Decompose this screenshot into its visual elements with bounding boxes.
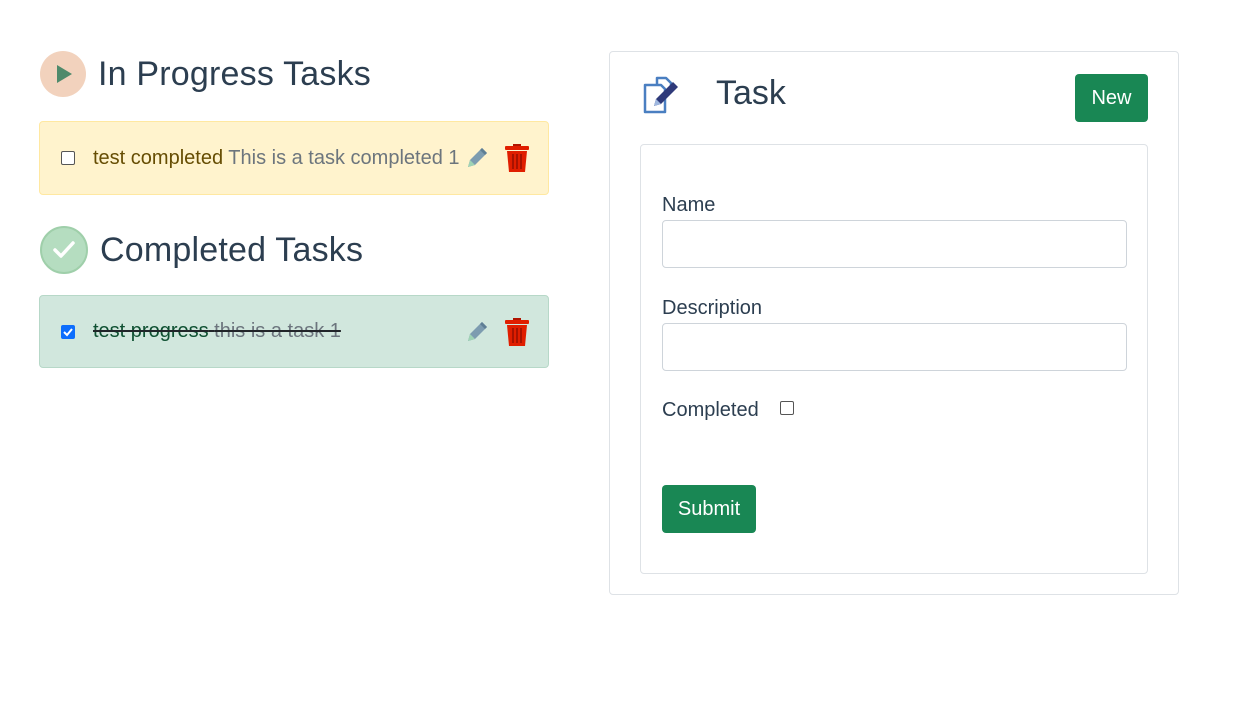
task-form: Name Description Completed Submit xyxy=(640,144,1148,574)
task-checkbox[interactable] xyxy=(61,324,75,339)
trash-icon[interactable] xyxy=(504,317,530,347)
in-progress-title: In Progress Tasks xyxy=(98,54,371,93)
description-label: Description xyxy=(662,297,763,319)
check-icon xyxy=(40,226,88,274)
completed-title: Completed Tasks xyxy=(100,230,364,269)
in-progress-heading: In Progress Tasks xyxy=(40,51,371,97)
card-title: Task xyxy=(716,74,786,112)
submit-button[interactable]: Submit xyxy=(662,485,756,533)
pencil-icon[interactable] xyxy=(464,319,490,345)
task-description: This is a task completed 1 xyxy=(228,146,460,169)
task-name: test completed xyxy=(93,146,224,169)
task-text: test completed This is a task completed … xyxy=(93,147,460,170)
play-icon xyxy=(40,51,86,97)
completed-label: Completed xyxy=(662,399,759,421)
completed-heading: Completed Tasks xyxy=(40,226,363,274)
task-checkbox[interactable] xyxy=(61,151,75,165)
completed-checkbox[interactable] xyxy=(780,401,794,415)
task-description: this is a task 1 xyxy=(214,320,341,342)
description-input[interactable] xyxy=(662,323,1127,371)
pencil-icon[interactable] xyxy=(464,145,490,171)
task-row: test completed This is a task completed … xyxy=(39,121,549,195)
name-label: Name xyxy=(662,194,716,216)
task-card: Task New Name Description Completed Subm… xyxy=(609,51,1179,595)
new-button[interactable]: New xyxy=(1075,74,1148,122)
task-row: test progress this is a task 1 xyxy=(39,295,549,368)
trash-icon[interactable] xyxy=(504,143,530,173)
edit-document-icon xyxy=(639,75,679,120)
name-input[interactable] xyxy=(662,220,1127,268)
task-text: test progress this is a task 1 xyxy=(93,320,341,343)
task-name: test progress xyxy=(93,320,209,342)
